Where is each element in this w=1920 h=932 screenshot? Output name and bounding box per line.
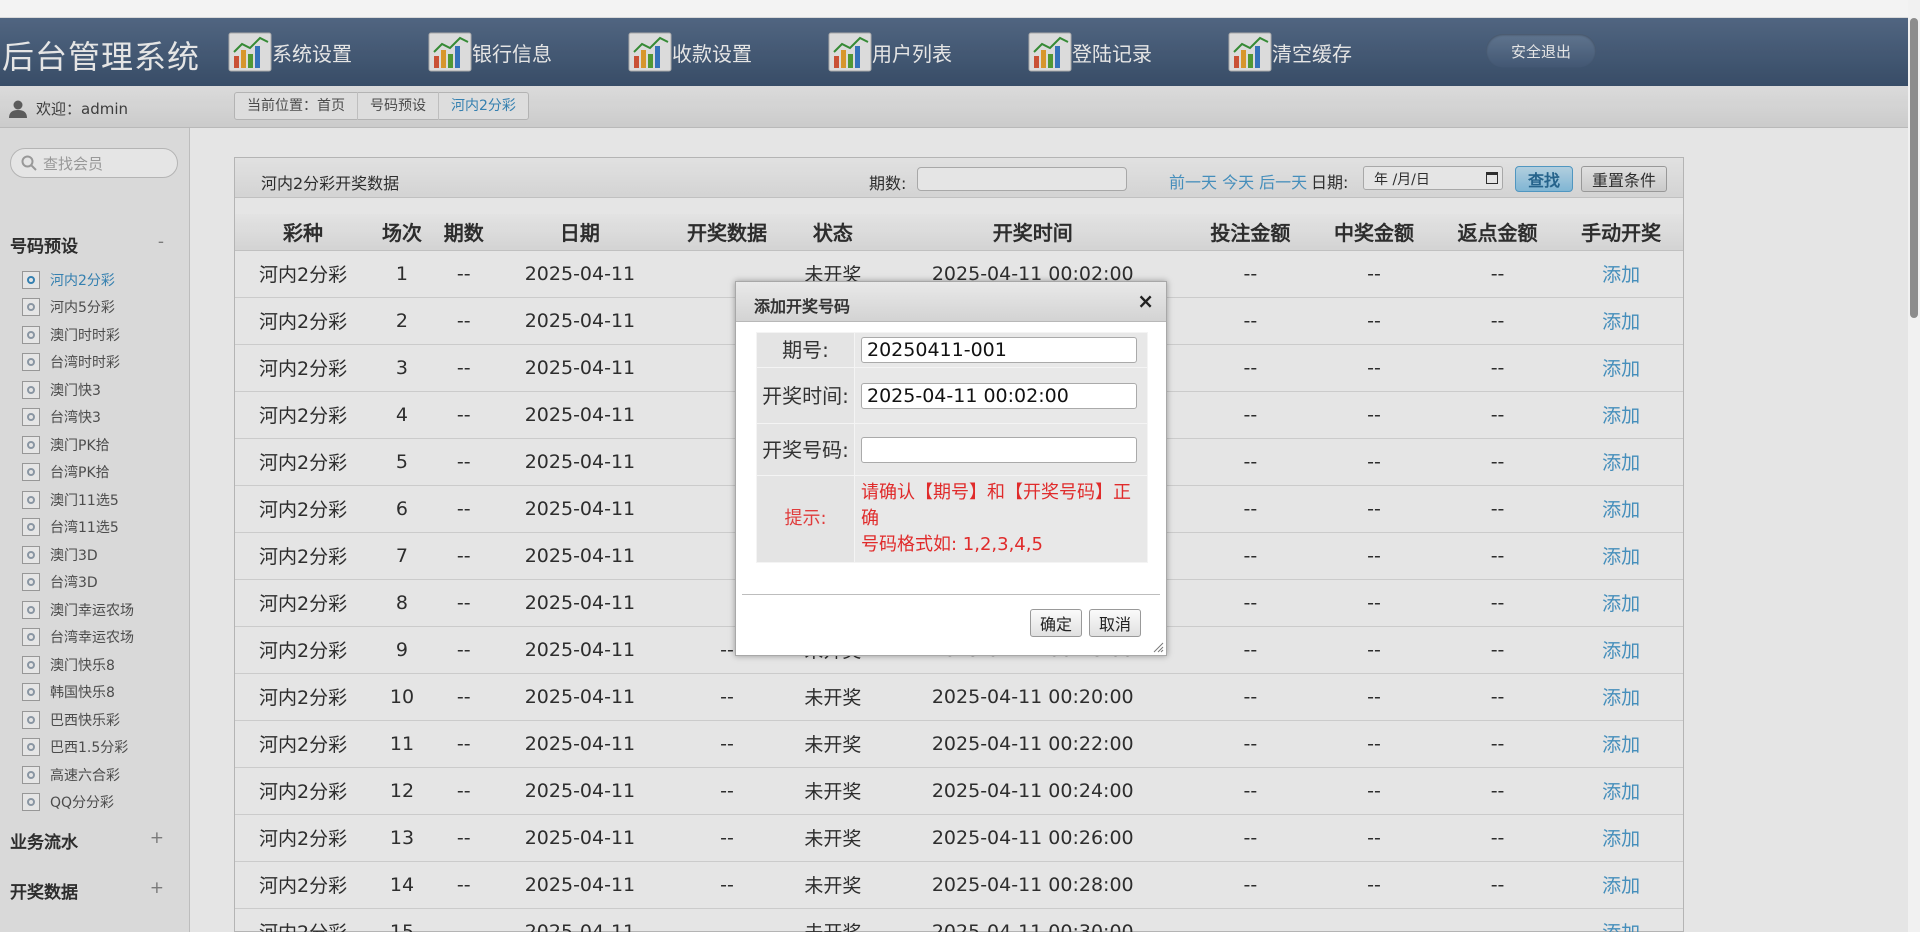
hint-line-2: 号码格式如: 1,2,3,4,5 [861, 534, 1043, 555]
dialog-header: 添加开奖号码 × [736, 282, 1166, 322]
confirm-button[interactable]: 确定 [1030, 609, 1082, 637]
dialog-divider [742, 594, 1160, 595]
page-scrollbar[interactable] [1908, 0, 1920, 932]
close-icon[interactable]: × [1137, 291, 1154, 311]
draw-time-input[interactable]: 2025-04-11 00:02:00 [861, 382, 1137, 409]
hint-label: 提示: [756, 475, 855, 563]
cancel-button[interactable]: 取消 [1089, 609, 1141, 637]
dialog-form: 期号: 20250411-001 开奖时间: 2025-04-11 00:02:… [756, 332, 1148, 563]
issue-label: 期号: [756, 332, 855, 368]
issue-input[interactable]: 20250411-001 [861, 337, 1137, 363]
add-number-dialog: 添加开奖号码 × 期号: 20250411-001 开奖时间: 2025-04-… [735, 281, 1167, 656]
draw-time-label: 开奖时间: [756, 367, 855, 424]
dialog-title: 添加开奖号码 [754, 297, 851, 316]
draw-number-label: 开奖号码: [756, 423, 855, 476]
hint-line-1: 请确认【期号】和【开奖号码】正确 [861, 482, 1131, 529]
scrollbar-thumb[interactable] [1910, 18, 1918, 318]
browser-top-strip [0, 0, 1920, 18]
resize-handle-icon[interactable] [1152, 641, 1164, 653]
draw-number-input[interactable] [861, 436, 1137, 463]
